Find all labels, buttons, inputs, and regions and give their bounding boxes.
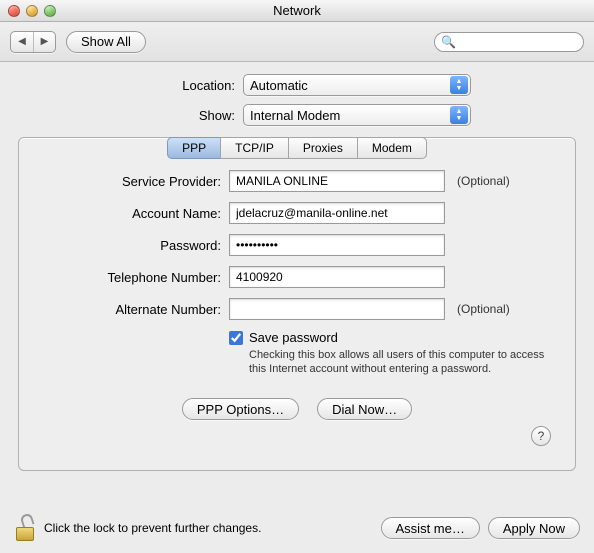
popup-arrows-icon: ▲▼ xyxy=(450,106,468,124)
tab-ppp[interactable]: PPP xyxy=(167,137,221,159)
show-value: Internal Modem xyxy=(250,108,340,123)
tab-panel-ppp: Service Provider: (Optional) Account Nam… xyxy=(18,137,576,471)
assist-me-button[interactable]: Assist me… xyxy=(381,517,480,539)
location-value: Automatic xyxy=(250,78,308,93)
tab-proxies[interactable]: Proxies xyxy=(288,137,358,159)
content: Location: Automatic ▲▼ Show: Internal Mo… xyxy=(0,62,594,477)
popup-arrows-icon: ▲▼ xyxy=(450,76,468,94)
telephone-field[interactable] xyxy=(229,266,445,288)
service-provider-label: Service Provider: xyxy=(39,174,221,189)
lock-text: Click the lock to prevent further change… xyxy=(44,521,261,535)
close-icon[interactable] xyxy=(8,5,20,17)
search-input[interactable] xyxy=(460,35,577,49)
search-icon: 🔍 xyxy=(441,35,456,49)
alternate-label: Alternate Number: xyxy=(39,302,221,317)
save-password-checkbox[interactable] xyxy=(229,331,243,345)
show-popup[interactable]: Internal Modem ▲▼ xyxy=(243,104,471,126)
location-popup[interactable]: Automatic ▲▼ xyxy=(243,74,471,96)
location-label: Location: xyxy=(45,78,235,93)
dial-now-button[interactable]: Dial Now… xyxy=(317,398,412,420)
titlebar: Network xyxy=(0,0,594,22)
lock-icon[interactable] xyxy=(14,515,36,541)
optional-text: (Optional) xyxy=(457,174,510,188)
password-field[interactable] xyxy=(229,234,445,256)
save-password-help: Checking this box allows all users of th… xyxy=(229,348,549,376)
apply-now-button[interactable]: Apply Now xyxy=(488,517,580,539)
tab-tcpip[interactable]: TCP/IP xyxy=(220,137,289,159)
telephone-label: Telephone Number: xyxy=(39,270,221,285)
show-label: Show: xyxy=(45,108,235,123)
show-all-button[interactable]: Show All xyxy=(66,31,146,53)
window-controls xyxy=(0,5,56,17)
help-button[interactable]: ? xyxy=(531,426,551,446)
save-password-label: Save password xyxy=(249,330,338,345)
optional-text: (Optional) xyxy=(457,302,510,316)
zoom-icon[interactable] xyxy=(44,5,56,17)
forward-icon[interactable]: ▶ xyxy=(33,32,55,52)
window-title: Network xyxy=(0,3,594,18)
alternate-field[interactable] xyxy=(229,298,445,320)
ppp-options-button[interactable]: PPP Options… xyxy=(182,398,299,420)
account-name-field[interactable] xyxy=(229,202,445,224)
minimize-icon[interactable] xyxy=(26,5,38,17)
back-icon[interactable]: ◀ xyxy=(11,32,33,52)
footer: Click the lock to prevent further change… xyxy=(0,507,594,553)
service-provider-field[interactable] xyxy=(229,170,445,192)
toolbar: ◀ ▶ Show All 🔍 xyxy=(0,22,594,62)
password-label: Password: xyxy=(39,238,221,253)
account-name-label: Account Name: xyxy=(39,206,221,221)
nav-back-forward[interactable]: ◀ ▶ xyxy=(10,31,56,53)
tab-modem[interactable]: Modem xyxy=(357,137,427,159)
tab-group: PPP TCP/IP Proxies Modem Service Provide… xyxy=(18,137,576,471)
search-field[interactable]: 🔍 xyxy=(434,32,584,52)
